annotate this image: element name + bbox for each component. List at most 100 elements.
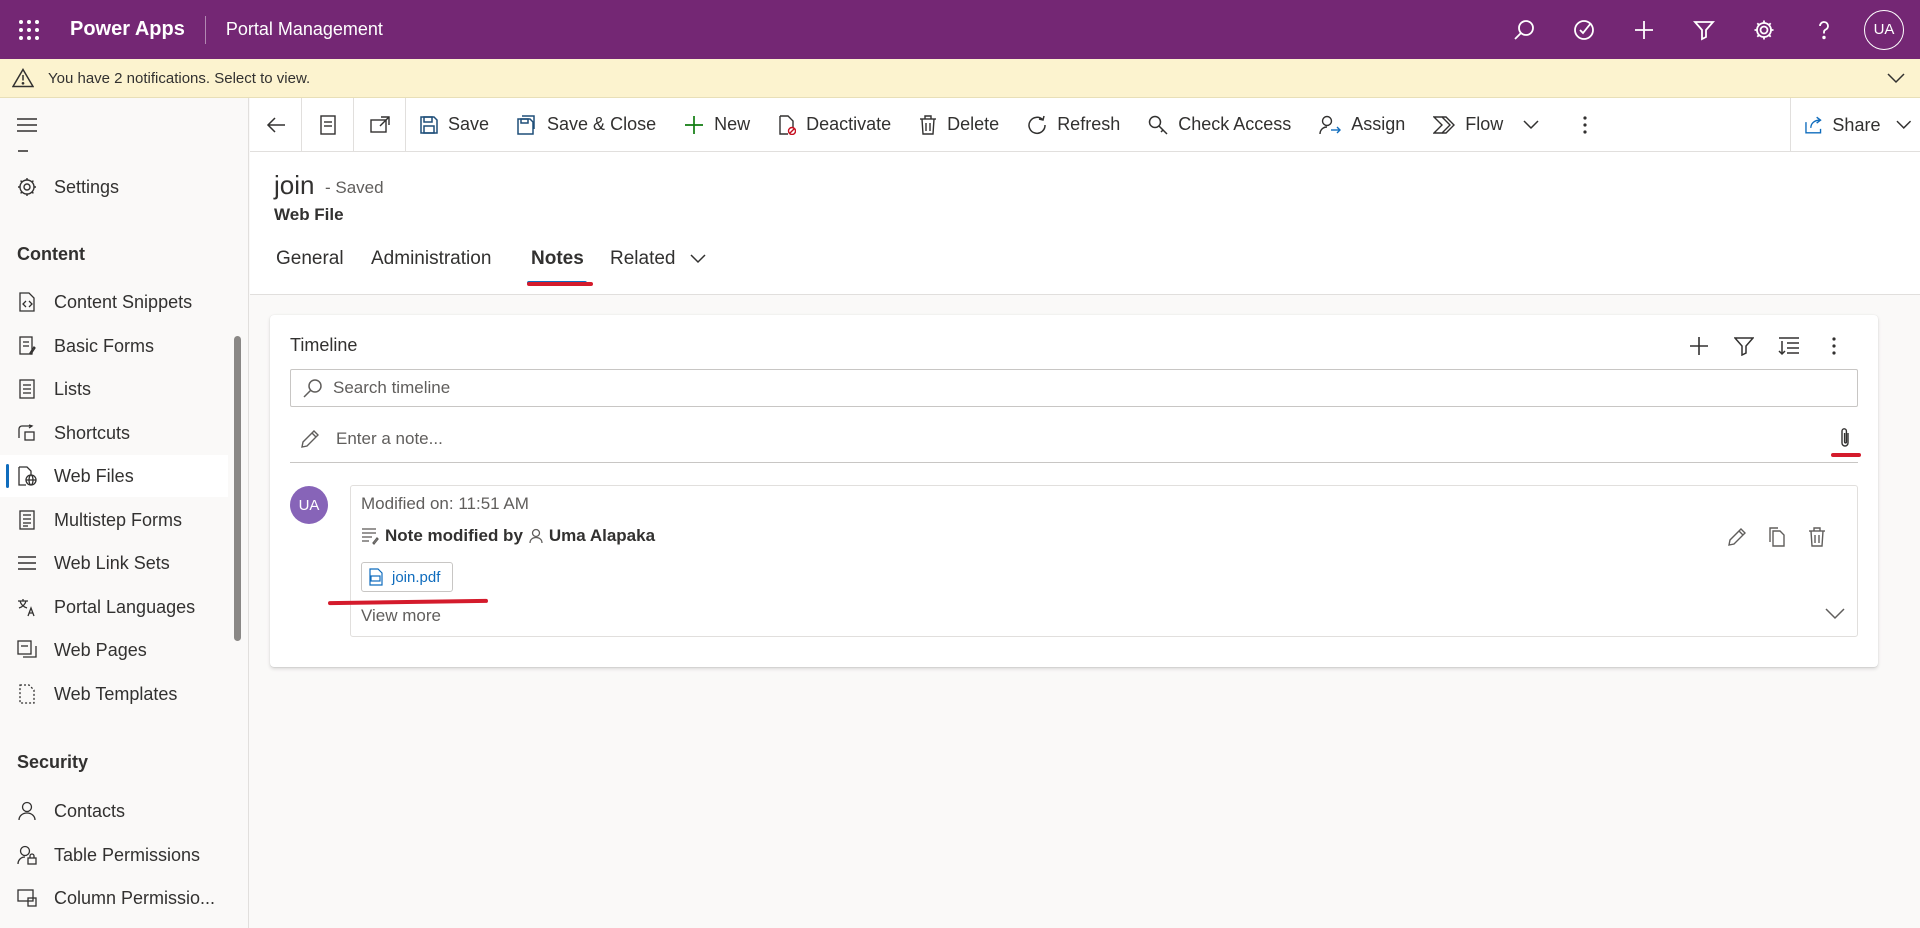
modified-on-text: Modified on: 11:51 AM: [361, 494, 529, 513]
sidebar-item-web-pages[interactable]: Web Pages: [0, 629, 228, 671]
add-icon[interactable]: [1614, 0, 1674, 59]
save-close-label: Save & Close: [547, 114, 657, 134]
pencil-icon: [301, 429, 319, 448]
paperclip-icon[interactable]: [1838, 427, 1852, 449]
sidebar-item-label: Web Templates: [54, 683, 178, 704]
sidebar-item-multistep-forms[interactable]: Multistep Forms: [0, 499, 228, 541]
chevron-down-icon: [689, 254, 706, 264]
chevron-down-icon: [1896, 120, 1912, 129]
sidebar-item-web-templates[interactable]: Web Templates: [0, 673, 228, 715]
sidebar-item-portal-languages[interactable]: Portal Languages: [0, 586, 228, 628]
sidebar-item-web-link-sets[interactable]: Web Link Sets: [0, 542, 228, 584]
user-avatar[interactable]: UA: [1864, 9, 1904, 50]
delete-note-icon[interactable]: [1797, 522, 1837, 552]
sidebar-item-contacts[interactable]: Contacts: [0, 790, 228, 832]
copy-note-icon[interactable]: [1757, 522, 1797, 552]
sidebar-item-label: Column Permissio...: [54, 887, 216, 908]
share-button[interactable]: Share: [1790, 98, 1920, 152]
tab-administration[interactable]: Administration: [371, 248, 491, 270]
sidebar-item-table-permissions[interactable]: Table Permissions: [0, 834, 228, 876]
note-placeholder: Enter a note...: [336, 428, 443, 448]
sidebar-item-label: Content Snippets: [54, 291, 193, 312]
chevron-down-icon[interactable]: [1825, 608, 1845, 620]
more-commands-button[interactable]: [1553, 98, 1611, 152]
multistep-form-icon: [16, 509, 38, 531]
delete-button[interactable]: Delete: [905, 98, 1013, 152]
check-access-button[interactable]: Check Access: [1134, 98, 1305, 152]
sidebar-item-shortcuts[interactable]: Shortcuts: [0, 412, 228, 454]
app-subtitle[interactable]: Portal Management: [206, 19, 383, 40]
assign-button[interactable]: Assign: [1305, 98, 1419, 152]
sidebar-scrollbar[interactable]: [234, 336, 241, 641]
annotation-underline-notes: [527, 282, 593, 286]
search-icon[interactable]: [1494, 0, 1554, 59]
sidebar-item-label: Lists: [54, 378, 92, 399]
chevron-down-icon[interactable]: [1886, 69, 1906, 87]
sort-list-icon[interactable]: [1766, 329, 1811, 363]
deactivate-button[interactable]: Deactivate: [764, 98, 905, 152]
snippet-icon: [16, 291, 38, 313]
help-icon[interactable]: [1794, 0, 1854, 59]
pdf-file-icon: [369, 568, 383, 586]
task-icon[interactable]: [1554, 0, 1614, 59]
sidebar-item-label: Web Link Sets: [54, 552, 170, 573]
save-close-button[interactable]: Save & Close: [503, 98, 670, 152]
tab-general[interactable]: General: [276, 248, 344, 270]
save-status: - Saved: [325, 178, 384, 197]
filter-icon[interactable]: [1674, 0, 1734, 59]
command-bar: Save Save & Close New Deactivate Delete …: [250, 97, 1920, 152]
record-set-button[interactable]: [302, 97, 354, 152]
flow-button[interactable]: Flow: [1419, 98, 1553, 152]
tab-related[interactable]: Related: [610, 248, 706, 270]
note-input[interactable]: Enter a note...: [290, 415, 1858, 463]
view-more-link[interactable]: View more: [361, 606, 441, 626]
note-author-avatar[interactable]: UA: [290, 486, 328, 524]
person-icon: [529, 528, 543, 544]
sidebar-item-column-permissions[interactable]: Column Permissio...: [0, 877, 228, 919]
sidebar-item-label: Web Pages: [54, 639, 147, 660]
settings-icon[interactable]: [1734, 0, 1794, 59]
chevron-down-icon: [1523, 119, 1539, 129]
open-new-window-button[interactable]: [354, 97, 406, 152]
notification-bar[interactable]: You have 2 notifications. Select to view…: [0, 59, 1920, 98]
sidebar-item-label: Contacts: [54, 800, 126, 821]
tab-notes[interactable]: Notes: [531, 248, 584, 270]
sidebar-item-label: Basic Forms: [54, 335, 155, 356]
sidebar-item-settings[interactable]: Settings: [0, 166, 228, 208]
sidebar-item-content-snippets[interactable]: Content Snippets: [0, 281, 228, 323]
timeline-card: Timeline Search timeline Enter a note...…: [270, 315, 1878, 667]
new-label: New: [714, 114, 751, 134]
attachment-link[interactable]: join.pdf: [361, 562, 453, 592]
new-button[interactable]: New: [670, 98, 764, 152]
warning-icon: [12, 68, 34, 88]
refresh-button[interactable]: Refresh: [1013, 98, 1134, 152]
annotation-underline-paperclip: [1831, 453, 1861, 457]
filter-icon[interactable]: [1721, 329, 1766, 363]
timeline-entry[interactable]: Modified on: 11:51 AM Note modified by U…: [350, 485, 1858, 637]
sidebar-item-basic-forms[interactable]: Basic Forms: [0, 325, 228, 367]
edit-note-icon[interactable]: [1717, 522, 1757, 552]
hamburger-menu-icon[interactable]: [16, 116, 38, 134]
note-icon: [362, 528, 379, 545]
sidebar-item-label: Shortcuts: [54, 422, 131, 443]
search-timeline-input[interactable]: Search timeline: [290, 369, 1858, 407]
save-button[interactable]: Save: [406, 98, 503, 152]
app-name[interactable]: Power Apps: [58, 18, 205, 41]
add-timeline-icon[interactable]: [1676, 329, 1721, 363]
app-launcher-icon[interactable]: [0, 0, 58, 59]
back-button[interactable]: [250, 97, 302, 152]
search-placeholder: Search timeline: [333, 378, 451, 397]
sidebar-item-label: Settings: [54, 176, 120, 197]
share-label: Share: [1832, 114, 1881, 135]
more-options-icon[interactable]: [1811, 329, 1856, 363]
language-icon: [16, 596, 38, 618]
notification-text[interactable]: You have 2 notifications. Select to view…: [48, 70, 310, 87]
site-map-sidebar: Settings Content Content Snippets Basic …: [0, 98, 249, 928]
sidebar-item-lists[interactable]: Lists: [0, 368, 228, 410]
note-heading: Note modified by Uma Alapaka: [361, 526, 661, 546]
form-header: join - Saved Web File General Administra…: [250, 152, 1920, 295]
web-file-icon: [16, 465, 38, 487]
sidebar-item-web-files[interactable]: Web Files: [0, 455, 228, 497]
web-page-icon: [16, 639, 38, 661]
note-author[interactable]: Uma Alapaka: [549, 526, 655, 546]
